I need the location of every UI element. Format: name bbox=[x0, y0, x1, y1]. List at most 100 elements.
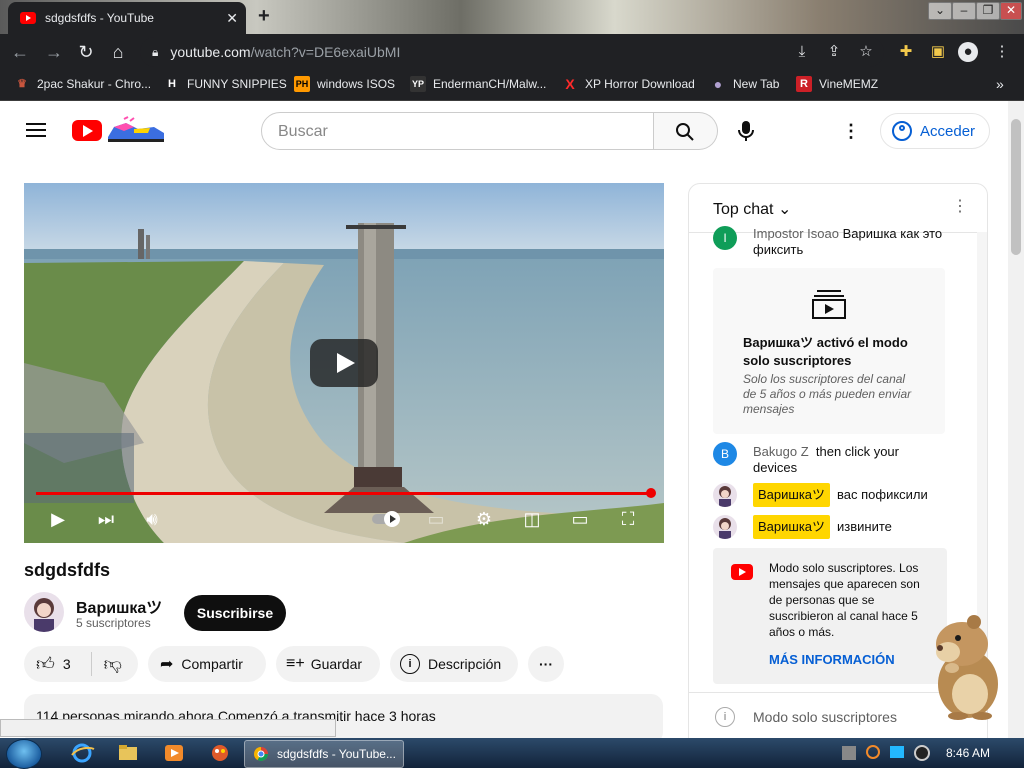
tray-speaker-icon[interactable] bbox=[914, 745, 930, 761]
footer-label: Modo solo suscriptores bbox=[753, 709, 897, 725]
progress-scrubber[interactable] bbox=[646, 488, 656, 498]
info-icon: i bbox=[400, 654, 420, 674]
microphone-icon[interactable] bbox=[730, 115, 762, 147]
video-player[interactable]: ▶ ⏭︎ 🔊︎ ▭ ⚙︎ ◫ ▭ ⛶ bbox=[24, 183, 664, 543]
youtube-logo-icon[interactable] bbox=[72, 120, 102, 141]
address-bar[interactable]: 🔒︎ youtube.com/watch?v=DE6exaiUbMI bbox=[140, 37, 884, 67]
bookmark-item[interactable]: ♛ 2pac Shakur - Chro... bbox=[14, 76, 151, 92]
status-url-bubble bbox=[0, 719, 336, 737]
youtube-logo-small-icon bbox=[731, 564, 753, 580]
owner-badge[interactable]: Варишкаツ bbox=[753, 483, 831, 507]
window-down-icon[interactable]: ⌄ bbox=[928, 2, 952, 20]
play-overlay-button[interactable] bbox=[310, 339, 378, 387]
sneaker-doodle-icon[interactable] bbox=[104, 115, 168, 145]
bookmark-item[interactable]: ● New Tab bbox=[710, 76, 780, 92]
bookmark-item[interactable]: R VineMEMZ bbox=[796, 76, 878, 92]
share-icon[interactable]: ⇪ bbox=[824, 42, 844, 62]
bookmarks-overflow-icon[interactable]: » bbox=[996, 76, 1004, 92]
new-tab-button[interactable]: + bbox=[258, 5, 270, 28]
profile-avatar-icon[interactable]: ● bbox=[958, 42, 978, 62]
subscribe-button[interactable]: Suscribirse bbox=[184, 595, 286, 631]
bookmark-item[interactable]: H FUNNY SNIPPIES bbox=[164, 76, 287, 92]
window-close-icon[interactable]: ✕ bbox=[1000, 2, 1022, 20]
browser-toolbar: ← → ↻ ⌂ 🔒︎ youtube.com/watch?v=DE6exaiUb… bbox=[0, 34, 1024, 70]
more-info-link[interactable]: MÁS INFORMACIÓN bbox=[769, 652, 895, 667]
ie-icon[interactable] bbox=[62, 741, 102, 765]
start-orb-icon[interactable] bbox=[6, 739, 42, 769]
paint-icon[interactable] bbox=[200, 741, 240, 765]
side-panel-icon[interactable]: ▣ bbox=[928, 42, 948, 62]
browser-tab[interactable]: sdgdsfdfs - YouTube ✕ bbox=[8, 2, 246, 34]
x-icon: X bbox=[565, 76, 575, 92]
volume-icon[interactable]: 🔊︎ bbox=[138, 505, 166, 533]
notice-body: Solo los suscriptores del canal de 5 año… bbox=[743, 372, 912, 416]
chat-text: вас пофиксили bbox=[837, 487, 928, 502]
subscriptions-icon bbox=[812, 290, 846, 319]
search-input[interactable]: Buscar bbox=[261, 112, 654, 150]
search-button[interactable] bbox=[654, 112, 718, 150]
hamburger-menu-icon[interactable] bbox=[26, 123, 46, 137]
tab-close-icon[interactable]: ✕ bbox=[226, 10, 238, 27]
taskbar-chrome-task[interactable]: sdgdsfdfs - YouTube... bbox=[244, 740, 404, 768]
playlist-add-icon: ≡+ bbox=[286, 655, 305, 672]
top-chat-dropdown[interactable]: Top chat ⌄ bbox=[713, 199, 791, 219]
autoplay-toggle-icon[interactable] bbox=[370, 505, 404, 533]
theater-mode-icon[interactable]: ▭ bbox=[566, 505, 594, 533]
save-button[interactable]: ≡+ Guardar bbox=[276, 646, 380, 682]
explorer-folder-icon[interactable] bbox=[108, 741, 148, 765]
user-circle-icon bbox=[892, 121, 912, 141]
media-player-icon[interactable] bbox=[154, 741, 194, 765]
thumbs-up-icon[interactable]: 👍︎ bbox=[36, 653, 55, 675]
yp-icon: YP bbox=[410, 76, 426, 92]
chat-message: Impostor Isoao Варишка как это фиксить bbox=[753, 226, 963, 258]
tray-display-icon[interactable] bbox=[890, 746, 904, 758]
page-scrollbar[interactable] bbox=[1008, 101, 1024, 739]
back-arrow-icon[interactable]: ← bbox=[8, 40, 32, 64]
fullscreen-icon[interactable]: ⛶ bbox=[614, 505, 642, 533]
share-button[interactable]: ➦ Compartir bbox=[148, 646, 266, 682]
signin-button[interactable]: Acceder bbox=[880, 113, 990, 149]
reload-icon[interactable]: ↻ bbox=[74, 40, 98, 64]
more-actions-button[interactable]: ··· bbox=[528, 646, 564, 682]
home-icon[interactable]: ⌂ bbox=[106, 40, 130, 64]
channel-name[interactable]: Варишкаツ bbox=[76, 594, 162, 618]
settings-gear-icon[interactable]: ⚙︎ bbox=[470, 505, 498, 533]
bookmark-label: FUNNY SNIPPIES bbox=[187, 77, 287, 91]
info-icon: i bbox=[715, 707, 735, 727]
window-restore-icon[interactable]: ❐ bbox=[976, 2, 1000, 20]
progress-bar[interactable] bbox=[36, 492, 652, 495]
window-minimize-icon[interactable]: – bbox=[952, 2, 976, 20]
chat-author[interactable]: Impostor Isoao bbox=[753, 226, 839, 241]
thumbs-down-icon[interactable]: 👎︎ bbox=[104, 653, 122, 675]
bookmark-item[interactable]: X XP Horror Download bbox=[562, 76, 695, 92]
chrome-menu-icon[interactable]: ⋮ bbox=[992, 42, 1012, 62]
bookmark-label: EndermanCH/Malw... bbox=[433, 77, 547, 91]
tray-network-icon[interactable] bbox=[842, 746, 856, 760]
forward-arrow-icon[interactable]: → bbox=[42, 40, 66, 64]
settings-kebab-icon[interactable]: ⋮ bbox=[838, 117, 864, 145]
bookmark-item[interactable]: YP EndermanCH/Malw... bbox=[410, 76, 546, 92]
video-title: sdgdsfdfs bbox=[24, 560, 111, 580]
bookmark-item[interactable]: PH windows ISOS bbox=[294, 76, 395, 92]
extensions-puzzle-icon[interactable]: ✚ bbox=[896, 42, 916, 62]
share-label: Compartir bbox=[181, 656, 243, 672]
description-label: Descripción bbox=[428, 656, 502, 672]
chat-kebab-icon[interactable]: ⋮ bbox=[949, 196, 971, 218]
play-icon[interactable]: ▶ bbox=[44, 505, 72, 533]
miniplayer-icon[interactable]: ◫ bbox=[518, 505, 546, 533]
owner-badge[interactable]: Варишкаツ bbox=[753, 515, 831, 539]
bookmarks-bar: ♛ 2pac Shakur - Chro... H FUNNY SNIPPIES… bbox=[0, 70, 1024, 101]
subtitles-icon[interactable]: ▭ bbox=[422, 505, 450, 533]
bookmark-label: 2pac Shakur - Chro... bbox=[37, 77, 152, 91]
signin-label: Acceder bbox=[920, 122, 976, 140]
install-icon[interactable]: ⤓ bbox=[792, 42, 812, 62]
bookmark-star-icon[interactable]: ☆ bbox=[856, 42, 876, 62]
description-button[interactable]: i Descripción bbox=[390, 646, 518, 682]
channel-avatar[interactable] bbox=[24, 592, 64, 632]
chat-author[interactable]: Bakugo Z bbox=[753, 444, 809, 459]
next-icon[interactable]: ⏭︎ bbox=[92, 505, 120, 533]
tray-search-icon[interactable] bbox=[866, 745, 880, 759]
subscribers-mode-notice: Варишкаツ activó el modo solo suscriptore… bbox=[713, 268, 945, 434]
taskbar-clock[interactable]: 8:46 AM bbox=[946, 746, 990, 760]
search-placeholder: Buscar bbox=[278, 123, 328, 140]
